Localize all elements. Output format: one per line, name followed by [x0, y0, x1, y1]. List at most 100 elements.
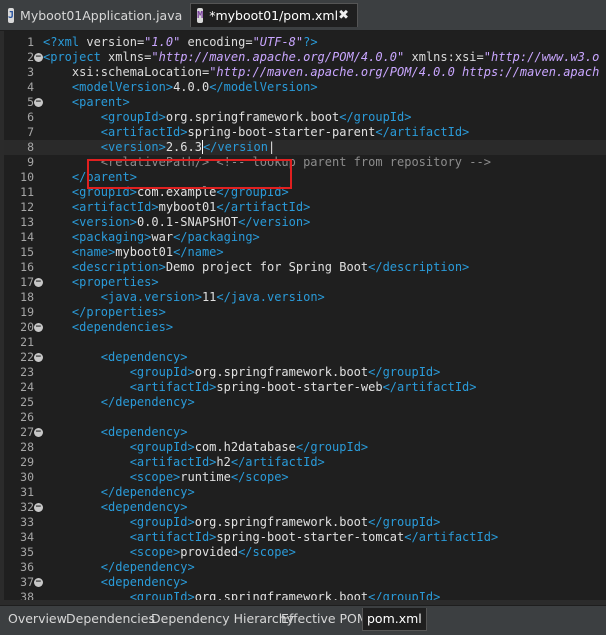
code-token: myboot01 — [158, 200, 217, 214]
code-token: </scope> — [238, 545, 296, 559]
code-text: <artifactId>myboot01</artifactId> — [43, 200, 310, 215]
line-number: 4 — [27, 80, 34, 94]
tab-overview[interactable]: Overview — [4, 608, 71, 630]
code-token: 4.0.0 — [173, 80, 210, 94]
code-line[interactable]: 5− <parent> — [4, 95, 606, 110]
line-number: 35 — [20, 545, 34, 559]
code-token: <dependencies> — [71, 320, 174, 334]
line-number: 22 — [20, 350, 34, 364]
code-line[interactable]: 28 <groupId>com.h2database</groupId> — [4, 440, 606, 455]
code-line[interactable]: 36 </dependency> — [4, 560, 606, 575]
code-line[interactable]: 2− <project xmlns = "http://maven.apache.or… — [4, 50, 606, 65]
code-lines: 1 <?xml version="1.0" encoding="UTF-8"?> 2… — [4, 35, 606, 600]
fold-toggle-icon[interactable]: − — [34, 353, 43, 362]
code-line[interactable]: 6 <groupId>org.springframework.boot</gro… — [4, 110, 606, 125]
fold-toggle-icon[interactable]: − — [34, 98, 43, 107]
line-number: 9 — [27, 155, 34, 169]
code-line[interactable]: 30 <scope>runtime</scope> — [4, 470, 606, 485]
line-number: 17 — [20, 275, 34, 289]
code-token: <version> — [100, 140, 166, 154]
code-line[interactable]: 13 <version>0.0.1-SNAPSHOT</version> — [4, 215, 606, 230]
code-line[interactable]: 19 </properties> — [4, 305, 606, 320]
code-text: xsi:schemaLocation="http://maven.apache.… — [43, 65, 599, 80]
code-text: </dependency> — [43, 485, 195, 500]
code-line[interactable]: 3 xsi:schemaLocation="http://maven.apach… — [4, 65, 606, 80]
fold-toggle-icon[interactable]: − — [34, 278, 43, 287]
code-token: org.springframework.boot — [194, 515, 369, 529]
code-line[interactable]: 34 <artifactId>spring-boot-starter-tomca… — [4, 530, 606, 545]
code-token: org.springframework.boot — [194, 590, 369, 600]
code-token: <dependency> — [100, 350, 188, 364]
code-token: <dependency> — [100, 575, 188, 589]
code-text: <groupId>org.springframework.boot</group… — [43, 365, 441, 380]
code-token: <modelVersion> — [71, 80, 174, 94]
code-line[interactable]: 14 <packaging>war</packaging> — [4, 230, 606, 245]
fold-toggle-icon[interactable]: − — [34, 428, 43, 437]
code-line[interactable]: 26 — [4, 410, 606, 425]
code-line[interactable]: 4 <modelVersion>4.0.0</modelVersion> — [4, 80, 606, 95]
code-token: spring-boot-starter-tomcat — [216, 530, 405, 544]
fold-toggle-icon[interactable]: − — [34, 53, 43, 62]
code-line[interactable]: 15 <name>myboot01</name> — [4, 245, 606, 260]
code-text: <artifactId>h2</artifactId> — [43, 455, 325, 470]
fold-toggle-icon[interactable]: − — [34, 578, 43, 587]
code-line[interactable]: 17− <properties> — [4, 275, 606, 290]
code-token: Demo project for Spring Boot — [165, 260, 369, 274]
code-line[interactable]: 33 <groupId>org.springframework.boot</gr… — [4, 515, 606, 530]
pom-editor-page-tabs: Overview Dependencies Dependency Hierarc… — [0, 605, 606, 635]
tab-dependencies[interactable]: Dependencies — [62, 608, 159, 630]
code-line[interactable]: 23 <groupId>org.springframework.boot</gr… — [4, 365, 606, 380]
line-number: 27 — [20, 425, 34, 439]
code-line[interactable]: 25 </dependency> — [4, 395, 606, 410]
code-line[interactable]: 24 <artifactId>spring-boot-starter-web</… — [4, 380, 606, 395]
code-line[interactable]: 37− <dependency> — [4, 575, 606, 590]
code-token: </dependency> — [100, 560, 195, 574]
code-token: org.springframework.boot — [165, 110, 340, 124]
code-line[interactable]: 32− <dependency> — [4, 500, 606, 515]
code-token: </dependency> — [100, 395, 195, 409]
code-line[interactable]: 12 <artifactId>myboot01</artifactId> — [4, 200, 606, 215]
line-number: 6 — [27, 110, 34, 124]
code-text: <dependency> — [43, 350, 188, 365]
code-line[interactable]: 7 <artifactId>spring-boot-starter-parent… — [4, 125, 606, 140]
code-token: provided — [180, 545, 239, 559]
code-line[interactable]: 20− <dependencies> — [4, 320, 606, 335]
code-line[interactable]: 22− <dependency> — [4, 350, 606, 365]
code-token: h2 — [216, 455, 231, 469]
code-line[interactable]: 38 <groupId>org.springframework.boot</gr… — [4, 590, 606, 600]
code-line[interactable]: 16 <description>Demo project for Spring … — [4, 260, 606, 275]
close-icon[interactable]: ✖ — [338, 8, 349, 23]
code-line[interactable]: 18 <java.version>11</java.version> — [4, 290, 606, 305]
fold-toggle-icon[interactable]: − — [34, 323, 43, 332]
code-line[interactable]: 8 <version>2.6.3</version| — [4, 140, 606, 155]
code-line[interactable]: 27− <dependency> — [4, 425, 606, 440]
code-line[interactable]: 21 — [4, 335, 606, 350]
tab-dependency-hierarchy[interactable]: Dependency Hierarchy — [147, 608, 298, 630]
code-token: <? — [43, 35, 58, 49]
line-number: 1 — [27, 35, 34, 49]
code-token: </description> — [368, 260, 470, 274]
code-text: <dependencies> — [43, 320, 173, 335]
code-token: </groupId> — [368, 590, 441, 600]
code-token: war — [151, 230, 174, 244]
code-line[interactable]: 29 <artifactId>h2</artifactId> — [4, 455, 606, 470]
code-line[interactable]: 1 <?xml version="1.0" encoding="UTF-8"?> — [4, 35, 606, 50]
code-line[interactable]: 35 <scope>provided</scope> — [4, 545, 606, 560]
code-token: <name> — [71, 245, 116, 259]
tab-myboot01-application-java[interactable]: J Myboot01Application.java — [2, 3, 188, 27]
code-text: <name>myboot01</name> — [43, 245, 224, 260]
tab-pom-xml-source[interactable]: pom.xml — [362, 608, 427, 631]
tab-pom-xml[interactable]: M *myboot01/pom.xml ✖ — [190, 3, 358, 27]
code-token: myboot01 — [115, 245, 174, 259]
code-editor[interactable]: 1 <?xml version="1.0" encoding="UTF-8"?> 2… — [4, 31, 606, 600]
tab-effective-pom[interactable]: Effective POM — [277, 608, 372, 630]
fold-toggle-icon[interactable]: − — [34, 503, 43, 512]
code-token: </scope> — [230, 470, 289, 484]
code-line[interactable]: 31 </dependency> — [4, 485, 606, 500]
